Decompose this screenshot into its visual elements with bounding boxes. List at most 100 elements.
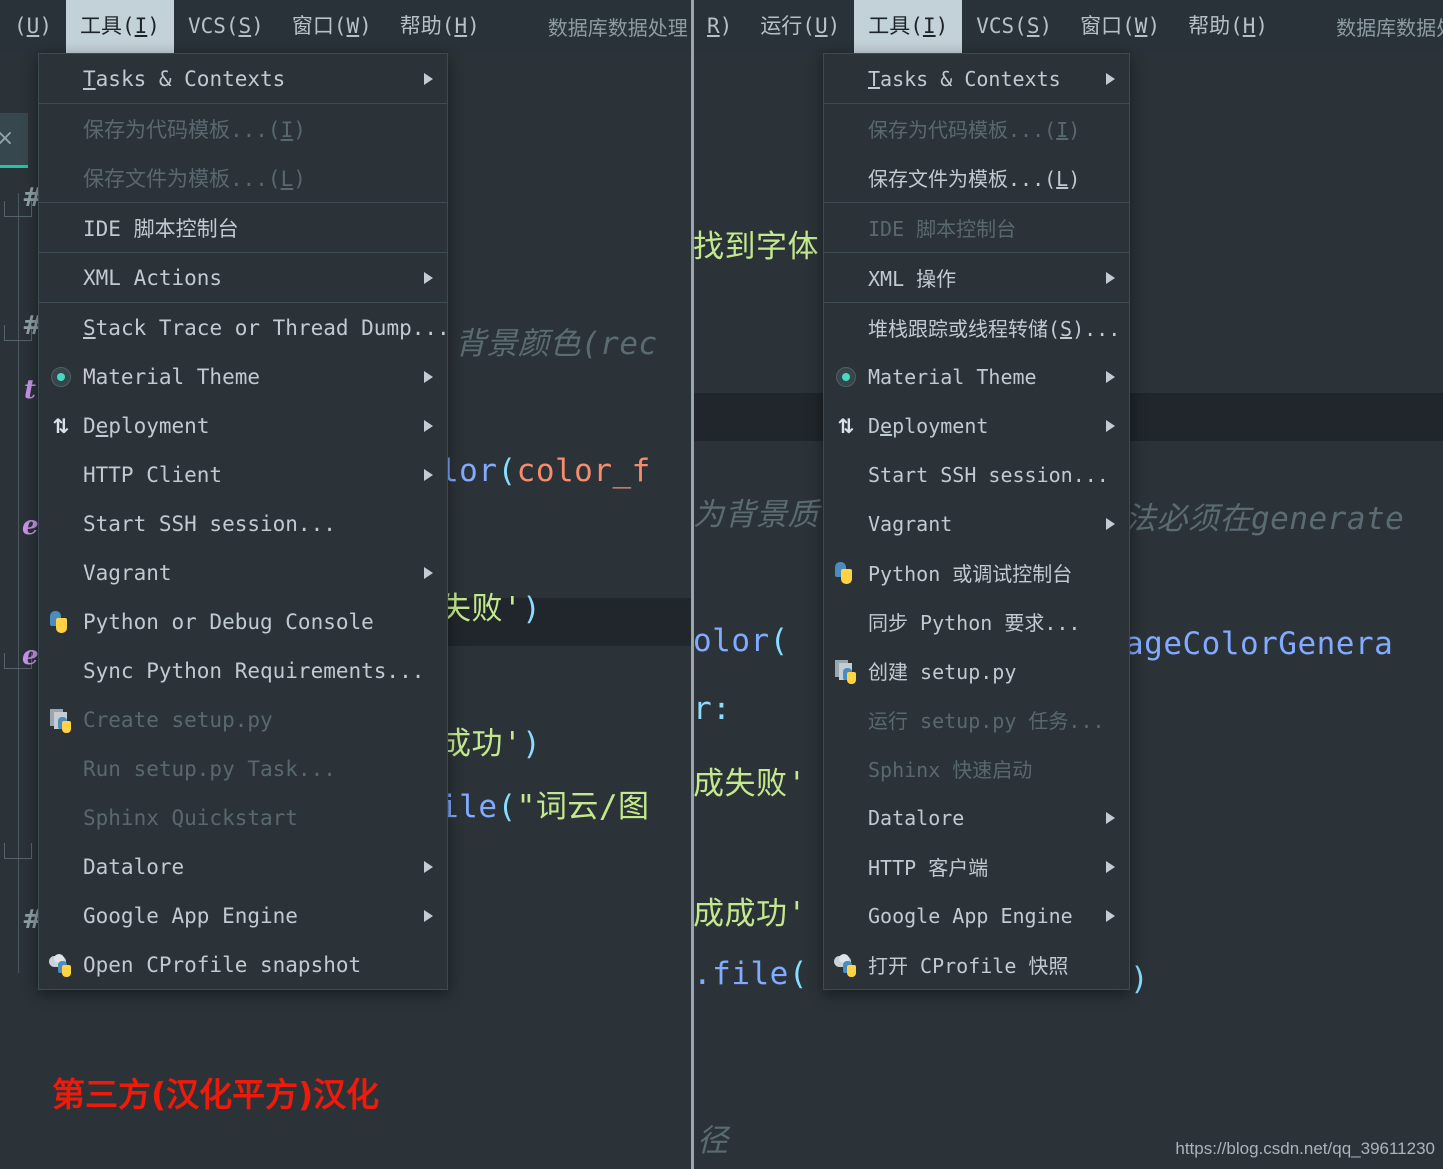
menu-item-label: 打开 CProfile 快照	[868, 954, 1069, 978]
menu-item-start-ssh-session[interactable]: Start SSH session...	[824, 450, 1129, 499]
cprofile-icon	[49, 953, 73, 977]
menu-item-label: Sphinx 快速启动	[868, 758, 1033, 782]
chevron-right-icon	[1106, 909, 1115, 922]
menu-item-xml-actions[interactable]: XML Actions	[39, 253, 447, 302]
chevron-right-icon	[1106, 271, 1115, 284]
menu-item-python-or-debug-console[interactable]: Python 或调试控制台	[824, 548, 1129, 597]
menu-item-label: Material Theme	[868, 364, 1037, 389]
menubar-item-help[interactable]: 帮助(H)	[386, 0, 494, 53]
menu-item-label: Tasks & Contexts	[83, 66, 286, 91]
tools-dropdown-menu-third-party[interactable]: Tasks & Contexts 保存为代码模板...(I) 保存文件为模板..…	[38, 53, 450, 990]
menu-item-python-or-debug-console[interactable]: Python or Debug Console	[39, 597, 447, 646]
left-editor-gutter	[0, 53, 40, 1169]
chevron-right-icon	[1106, 72, 1115, 85]
menu-item-label: Tasks & Contexts	[868, 66, 1061, 91]
menu-item-run-setup-py-task: 运行 setup.py 任务...	[824, 695, 1129, 744]
menu-item-tasks-contexts[interactable]: Tasks & Contexts	[824, 54, 1129, 103]
python-icon	[834, 561, 858, 585]
right-menubar: R) 运行(U) 工具(I) VCS(S) 窗口(W) 帮助(H) 数据库数据处…	[693, 0, 1443, 53]
menu-item-label: Start SSH session...	[868, 462, 1109, 487]
python-icon	[49, 610, 73, 634]
menu-item-open-cprofile-snapshot[interactable]: 打开 CProfile 快照	[824, 940, 1129, 989]
menu-item-open-cprofile-snapshot[interactable]: Open CProfile snapshot	[39, 940, 447, 989]
editor-tab-close-stub[interactable]: ×	[0, 113, 28, 168]
menu-item-ide-scripting-console: IDE 脚本控制台	[824, 203, 1129, 252]
menu-item-label: HTTP Client	[83, 462, 223, 487]
window-title: 数据库数据处理 – 词云.py	[547, 16, 693, 40]
code-fragment: .file(	[693, 956, 808, 992]
menu-item-label: 堆栈跟踪或线程转储(S)...	[868, 317, 1121, 341]
menu-item-stack-trace[interactable]: Stack Trace or Thread Dump...	[39, 303, 450, 352]
watermark-url: https://blog.csdn.net/qq_39611230	[1175, 1139, 1435, 1158]
menubar-item-refactor[interactable]: R)	[693, 0, 746, 53]
menubar-item-vcs[interactable]: VCS(S)	[174, 0, 278, 53]
close-icon[interactable]: ×	[0, 126, 14, 151]
chevron-right-icon	[424, 566, 433, 579]
menu-item-create-setup-py[interactable]: 创建 setup.py	[824, 646, 1129, 695]
menu-item-label: Vagrant	[83, 560, 172, 585]
menubar-item-window[interactable]: 窗口(W)	[278, 0, 386, 53]
menubar-item-window[interactable]: 窗口(W)	[1066, 0, 1174, 53]
code-fragment: r:	[693, 691, 732, 727]
panel-divider	[691, 0, 694, 1169]
tools-dropdown-menu-official[interactable]: Tasks & Contexts 保存为代码模板...(I) 保存文件为模板..…	[823, 53, 1130, 990]
menu-item-label: Sphinx Quickstart	[83, 805, 298, 830]
menu-item-sync-python-requirements[interactable]: Sync Python Requirements...	[39, 646, 447, 695]
menu-item-label: 保存文件为模板...(L)	[83, 166, 306, 191]
menu-item-datalore[interactable]: Datalore	[824, 793, 1129, 842]
menu-item-label: Datalore	[868, 805, 965, 830]
chevron-right-icon	[1106, 370, 1115, 383]
chevron-right-icon	[1106, 811, 1115, 824]
gutter-glyph: t	[24, 375, 37, 405]
menubar-item-refactor[interactable]: (U)	[0, 0, 66, 53]
menu-item-label: 保存为代码模板...(I)	[83, 117, 306, 142]
code-fragment: 找到字体	[693, 229, 819, 265]
menu-item-xml-actions[interactable]: XML 操作	[824, 253, 1129, 302]
menu-item-label: 保存为代码模板...(I)	[868, 118, 1081, 142]
chevron-right-icon	[424, 468, 433, 481]
right-screenshot-panel: 找到字体 为背景质 olor( r: 成失败' 成成功' .file( 法必须在…	[693, 0, 1443, 1169]
menu-item-create-setup-py: Create setup.py	[39, 695, 447, 744]
menu-item-label: Python 或调试控制台	[868, 562, 1073, 586]
menu-item-ide-scripting-console[interactable]: IDE 脚本控制台	[39, 203, 447, 252]
menu-item-label: Sync Python Requirements...	[83, 658, 425, 683]
code-fragment: )	[1130, 961, 1150, 997]
code-fragment: ageColorGenera	[1125, 626, 1394, 662]
menubar-item-run[interactable]: 运行(U)	[746, 0, 854, 53]
menu-item-deployment[interactable]: ⇅ Deployment	[39, 401, 447, 450]
code-fragment: lor(color_f	[440, 453, 651, 489]
chevron-right-icon	[424, 72, 433, 85]
menu-item-google-app-engine[interactable]: Google App Engine	[39, 891, 447, 940]
menu-item-google-app-engine[interactable]: Google App Engine	[824, 891, 1129, 940]
chevron-right-icon	[424, 370, 433, 383]
menu-item-vagrant[interactable]: Vagrant	[824, 499, 1129, 548]
menu-item-material-theme[interactable]: Material Theme	[39, 352, 447, 401]
menu-item-save-file-as-template[interactable]: 保存文件为模板...(L)	[824, 153, 1129, 202]
menu-item-run-setup-py-task: Run setup.py Task...	[39, 744, 447, 793]
menubar-item-vcs[interactable]: VCS(S)	[962, 0, 1066, 53]
python-package-icon	[834, 659, 858, 684]
chevron-right-icon	[424, 419, 433, 432]
menu-item-deployment[interactable]: ⇅ Deployment	[824, 401, 1129, 450]
menu-item-sync-python-requirements[interactable]: 同步 Python 要求...	[824, 597, 1129, 646]
menu-item-tasks-contexts[interactable]: Tasks & Contexts	[39, 54, 447, 103]
menu-item-http-client[interactable]: HTTP 客户端	[824, 842, 1129, 891]
chevron-right-icon	[424, 860, 433, 873]
menu-item-sphinx-quickstart: Sphinx Quickstart	[39, 793, 447, 842]
menu-item-label: 同步 Python 要求...	[868, 611, 1081, 635]
menubar-item-help[interactable]: 帮助(H)	[1174, 0, 1282, 53]
menu-item-stack-trace[interactable]: 堆栈跟踪或线程转储(S)...	[824, 303, 1129, 352]
menu-item-label: Material Theme	[83, 364, 261, 389]
chevron-right-icon	[1106, 517, 1115, 530]
menu-item-save-as-template: 保存为代码模板...(I)	[39, 104, 447, 153]
menu-item-datalore[interactable]: Datalore	[39, 842, 447, 891]
menu-item-vagrant[interactable]: Vagrant	[39, 548, 447, 597]
menu-item-label: Python or Debug Console	[83, 609, 374, 634]
menu-item-material-theme[interactable]: Material Theme	[824, 352, 1129, 401]
menubar-item-tools[interactable]: 工具(I)	[65, 0, 174, 53]
menu-item-start-ssh-session[interactable]: Start SSH session...	[39, 499, 447, 548]
menu-item-http-client[interactable]: HTTP Client	[39, 450, 447, 499]
menu-item-label: IDE 脚本控制台	[868, 217, 1017, 241]
menubar-item-tools[interactable]: 工具(I)	[854, 0, 963, 53]
menu-item-save-file-as-template: 保存文件为模板...(L)	[39, 153, 447, 202]
